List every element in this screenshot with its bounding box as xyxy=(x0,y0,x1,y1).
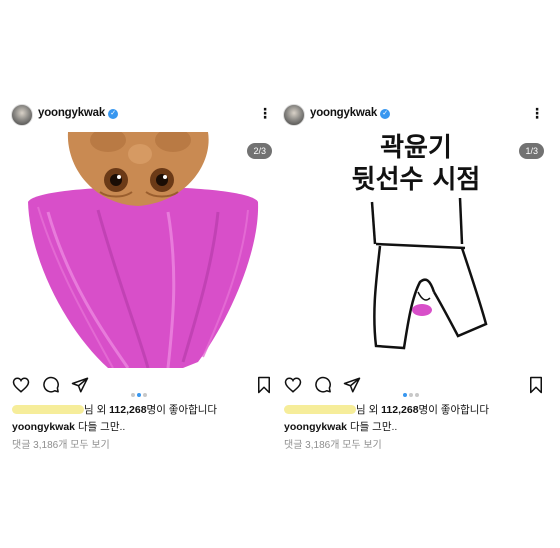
action-bar xyxy=(8,376,280,397)
view-comments-link[interactable]: 댓글 3,186개 모두 보기 xyxy=(12,436,110,451)
carousel-dots xyxy=(402,384,420,402)
caption-username[interactable]: yoongykwak xyxy=(12,421,75,433)
likes-suffix: 명이 좋아합니다 xyxy=(146,404,218,416)
carousel-dot-active xyxy=(403,393,407,397)
username-link[interactable]: yoongykwak ✓ xyxy=(310,107,391,119)
action-bar xyxy=(280,376,552,397)
view-comments-link[interactable]: 댓글 3,186개 모두 보기 xyxy=(284,436,382,451)
carousel-dot xyxy=(409,393,413,397)
post-header: yoongykwak ✓ ⋮ xyxy=(8,96,280,132)
carousel-dot xyxy=(131,393,135,397)
verified-badge-icon: ✓ xyxy=(380,109,391,119)
heart-icon[interactable] xyxy=(284,376,302,394)
post-image[interactable]: 2/3 xyxy=(8,132,280,368)
avatar[interactable] xyxy=(11,104,33,126)
instagram-post-right: yoongykwak ✓ ⋮ 곽윤기 뒷선수 시점 1/3 님 외 112,26… xyxy=(280,96,552,466)
redacted-username xyxy=(12,405,84,414)
redacted-username xyxy=(284,405,356,414)
caption-username[interactable]: yoongykwak xyxy=(284,421,347,433)
likes-line[interactable]: 님 외 112,268명이 좋아합니다 xyxy=(284,402,489,417)
heart-icon[interactable] xyxy=(12,376,30,394)
likes-line[interactable]: 님 외 112,268명이 좋아합니다 xyxy=(12,402,217,417)
post-image[interactable]: 곽윤기 뒷선수 시점 1/3 xyxy=(280,132,552,368)
verified-badge-icon: ✓ xyxy=(108,109,119,119)
likes-suffix: 명이 좋아합니다 xyxy=(418,404,490,416)
username[interactable]: yoongykwak xyxy=(310,107,377,119)
more-icon[interactable]: ⋮ xyxy=(530,106,544,120)
drawing-text-line2: 뒷선수 시점 xyxy=(352,165,481,195)
carousel-dots xyxy=(130,384,148,402)
username[interactable]: yoongykwak xyxy=(38,107,105,119)
drawing-text-line1: 곽윤기 xyxy=(380,133,452,163)
caption-text: 다들 그만.. xyxy=(75,421,126,433)
comment-icon[interactable] xyxy=(314,376,332,394)
instagram-post-left: yoongykwak ✓ ⋮ 2/3 님 외 112,268명이 좋아합니다 y… xyxy=(8,96,280,466)
caption-text: 다들 그만.. xyxy=(347,421,398,433)
avatar[interactable] xyxy=(283,104,305,126)
post-header: yoongykwak ✓ ⋮ xyxy=(280,96,552,132)
slide-counter: 1/3 xyxy=(519,143,544,159)
bookmark-icon[interactable] xyxy=(528,376,544,394)
more-icon[interactable]: ⋮ xyxy=(258,106,272,120)
caption: yoongykwak 다들 그만.. xyxy=(12,419,125,434)
bookmark-icon[interactable] xyxy=(256,376,272,394)
likes-prefix: 님 외 xyxy=(84,404,110,416)
carousel-dot-active xyxy=(137,393,141,397)
username-link[interactable]: yoongykwak ✓ xyxy=(38,107,119,119)
drawing-image: 곽윤기 뒷선수 시점 xyxy=(352,133,488,350)
comment-icon[interactable] xyxy=(42,376,60,394)
troll-doll-image xyxy=(28,132,259,368)
likes-count: 112,268 xyxy=(381,404,419,416)
send-icon[interactable] xyxy=(71,376,89,394)
caption: yoongykwak 다들 그만.. xyxy=(284,419,397,434)
send-icon[interactable] xyxy=(343,376,361,394)
carousel-dot xyxy=(143,393,147,397)
carousel-dot xyxy=(415,393,419,397)
likes-prefix: 님 외 xyxy=(356,404,382,416)
likes-count: 112,268 xyxy=(109,404,147,416)
slide-counter: 2/3 xyxy=(247,143,272,159)
